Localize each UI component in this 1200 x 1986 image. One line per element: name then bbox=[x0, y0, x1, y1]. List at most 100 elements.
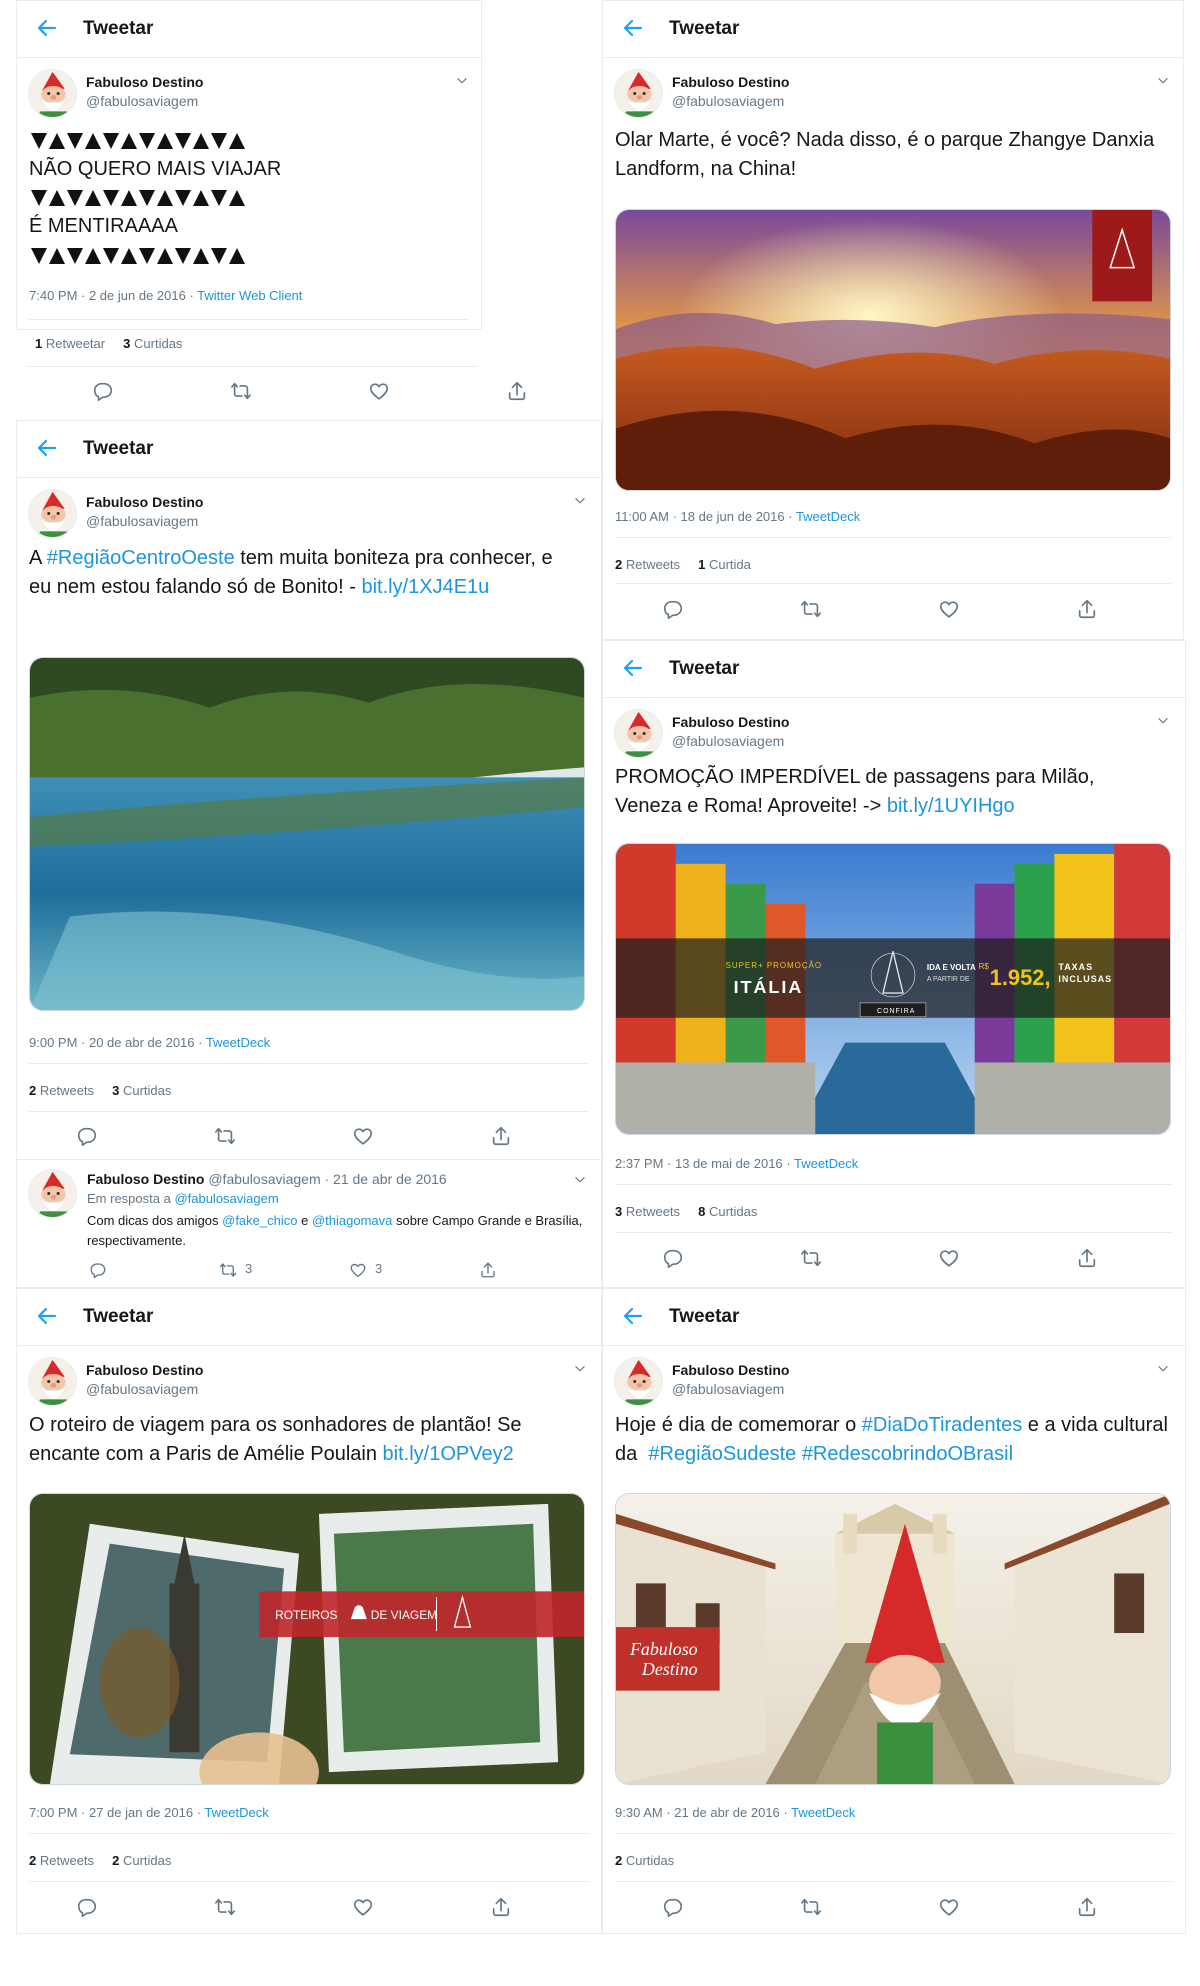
back-arrow-icon[interactable] bbox=[621, 656, 645, 680]
likes-stat[interactable]: 1 Curtida bbox=[698, 557, 751, 572]
chevron-down-icon[interactable] bbox=[1156, 714, 1170, 728]
hashtag-link[interactable]: #RegiãoSudeste bbox=[648, 1443, 796, 1465]
like-button[interactable] bbox=[366, 378, 392, 404]
user-handle[interactable]: @fabulosaviagem bbox=[86, 1381, 198, 1397]
user-handle[interactable]: @fabulosaviagem bbox=[86, 93, 198, 109]
tweet-image-roteiros[interactable]: ROTEIROS DE VIAGEM bbox=[29, 1493, 585, 1785]
hashtag-link[interactable]: #RegiãoCentroOeste bbox=[47, 547, 235, 569]
retweet-button[interactable] bbox=[212, 1123, 238, 1149]
source-link[interactable]: TweetDeck bbox=[204, 1805, 268, 1820]
tweet-image-tiradentes[interactable]: Fabuloso Destino bbox=[615, 1493, 1171, 1785]
avatar[interactable] bbox=[614, 1357, 663, 1406]
retweet-button[interactable] bbox=[798, 1894, 824, 1920]
chevron-down-icon[interactable] bbox=[455, 74, 469, 88]
retweets-stat[interactable]: 2 Retweets bbox=[29, 1083, 94, 1098]
gnome-avatar-icon bbox=[29, 490, 76, 537]
share-button[interactable] bbox=[1074, 596, 1100, 622]
user-name[interactable]: Fabuloso Destino bbox=[672, 1362, 789, 1378]
avatar[interactable] bbox=[28, 69, 77, 118]
share-button[interactable] bbox=[1074, 1245, 1100, 1271]
user-handle[interactable]: @fabulosaviagem bbox=[672, 733, 784, 749]
like-button[interactable] bbox=[347, 1259, 373, 1285]
user-handle[interactable]: @fabulosaviagem bbox=[672, 1381, 784, 1397]
chevron-down-icon[interactable] bbox=[1156, 1362, 1170, 1376]
user-name[interactable]: Fabuloso Destino bbox=[672, 74, 789, 90]
retweet-button[interactable] bbox=[217, 1259, 243, 1285]
reply-button[interactable] bbox=[660, 596, 686, 622]
tweet-image-river[interactable] bbox=[29, 657, 585, 1011]
avatar[interactable] bbox=[28, 1169, 77, 1218]
likes-stat[interactable]: 2 Curtidas bbox=[112, 1853, 171, 1868]
hashtag-link[interactable]: #DiaDoTiradentes bbox=[862, 1414, 1022, 1436]
avatar[interactable] bbox=[28, 1357, 77, 1406]
reply-button[interactable] bbox=[74, 1123, 100, 1149]
mention-link[interactable]: @thiagomava bbox=[312, 1213, 392, 1228]
reply-tweet[interactable]: Fabuloso Destino @fabulosaviagem · 21 de… bbox=[17, 1161, 602, 1288]
retweet-button[interactable] bbox=[228, 378, 254, 404]
user-handle[interactable]: @fabulosaviagem bbox=[86, 513, 198, 529]
back-arrow-icon[interactable] bbox=[35, 1304, 59, 1328]
reply-button[interactable] bbox=[660, 1245, 686, 1271]
likes-stat[interactable]: 2 Curtidas bbox=[615, 1853, 674, 1868]
mention-link[interactable]: @fabulosaviagem bbox=[174, 1191, 278, 1206]
chevron-down-icon[interactable] bbox=[1156, 74, 1170, 88]
source-link[interactable]: TweetDeck bbox=[791, 1805, 855, 1820]
avatar[interactable] bbox=[614, 69, 663, 118]
source-link[interactable]: TweetDeck bbox=[794, 1156, 858, 1171]
share-button[interactable] bbox=[504, 378, 530, 404]
chevron-down-icon[interactable] bbox=[573, 1173, 587, 1187]
like-button[interactable] bbox=[936, 1894, 962, 1920]
share-button[interactable] bbox=[488, 1123, 514, 1149]
back-arrow-icon[interactable] bbox=[621, 1304, 645, 1328]
tweet-image-italy-promo[interactable]: SUPER+ PROMOÇÃO ITÁLIA CONFIRA IDA E VOL… bbox=[615, 843, 1171, 1135]
likes-stat[interactable]: 3 Curtidas bbox=[123, 336, 182, 351]
share-button[interactable] bbox=[1074, 1894, 1100, 1920]
share-button[interactable] bbox=[477, 1259, 503, 1285]
reply-button[interactable] bbox=[74, 1894, 100, 1920]
user-handle[interactable]: @fabulosaviagem bbox=[672, 93, 784, 109]
like-button[interactable] bbox=[350, 1123, 376, 1149]
like-button[interactable] bbox=[936, 1245, 962, 1271]
hashtag-link[interactable]: #RedescobrindoOBrasil bbox=[802, 1443, 1013, 1465]
tweet-image-landscape[interactable] bbox=[615, 209, 1171, 491]
likes-stat[interactable]: 3 Curtidas bbox=[112, 1083, 171, 1098]
back-arrow-icon[interactable] bbox=[621, 16, 645, 40]
colonial-town-image: Fabuloso Destino bbox=[616, 1494, 1170, 1784]
url-link[interactable]: bit.ly/1UYIHgo bbox=[887, 795, 1015, 817]
reply-button[interactable] bbox=[90, 378, 116, 404]
url-link[interactable]: bit.ly/1XJ4E1u bbox=[361, 576, 489, 598]
user-name[interactable]: Fabuloso Destino bbox=[86, 1362, 203, 1378]
user-name[interactable]: Fabuloso Destino bbox=[86, 74, 203, 90]
tweet-stats: 2 Curtidas bbox=[615, 1853, 674, 1868]
retweets-stat[interactable]: 2 Retweets bbox=[29, 1853, 94, 1868]
river-image bbox=[30, 658, 584, 1010]
chevron-down-icon[interactable] bbox=[573, 1362, 587, 1376]
user-name[interactable]: Fabuloso Destino bbox=[87, 1171, 204, 1187]
retweets-stat[interactable]: 1 Retweetar bbox=[35, 336, 105, 351]
back-arrow-icon[interactable] bbox=[35, 436, 59, 460]
logo-text-fabuloso: Fabuloso bbox=[629, 1639, 698, 1659]
retweet-button[interactable] bbox=[798, 596, 824, 622]
retweet-button[interactable] bbox=[212, 1894, 238, 1920]
back-arrow-icon[interactable] bbox=[35, 16, 59, 40]
reply-button[interactable] bbox=[660, 1894, 686, 1920]
mention-link[interactable]: @fake_chico bbox=[222, 1213, 297, 1228]
likes-stat[interactable]: 8 Curtidas bbox=[698, 1204, 757, 1219]
banner-cta-text[interactable]: CONFIRA bbox=[877, 1008, 915, 1015]
share-button[interactable] bbox=[488, 1894, 514, 1920]
source-link[interactable]: TweetDeck bbox=[206, 1035, 270, 1050]
user-name[interactable]: Fabuloso Destino bbox=[86, 494, 203, 510]
like-button[interactable] bbox=[350, 1894, 376, 1920]
like-button[interactable] bbox=[936, 596, 962, 622]
retweet-button[interactable] bbox=[798, 1245, 824, 1271]
source-link[interactable]: TweetDeck bbox=[796, 509, 860, 524]
avatar[interactable] bbox=[614, 709, 663, 758]
source-link[interactable]: Twitter Web Client bbox=[197, 288, 302, 303]
retweets-stat[interactable]: 2 Retweets bbox=[615, 557, 680, 572]
reply-button[interactable] bbox=[87, 1259, 113, 1285]
chevron-down-icon[interactable] bbox=[573, 494, 587, 508]
user-name[interactable]: Fabuloso Destino bbox=[672, 714, 789, 730]
avatar[interactable] bbox=[28, 489, 77, 538]
retweets-stat[interactable]: 3 Retweets bbox=[615, 1204, 680, 1219]
url-link[interactable]: bit.ly/1OPVey2 bbox=[383, 1443, 514, 1465]
